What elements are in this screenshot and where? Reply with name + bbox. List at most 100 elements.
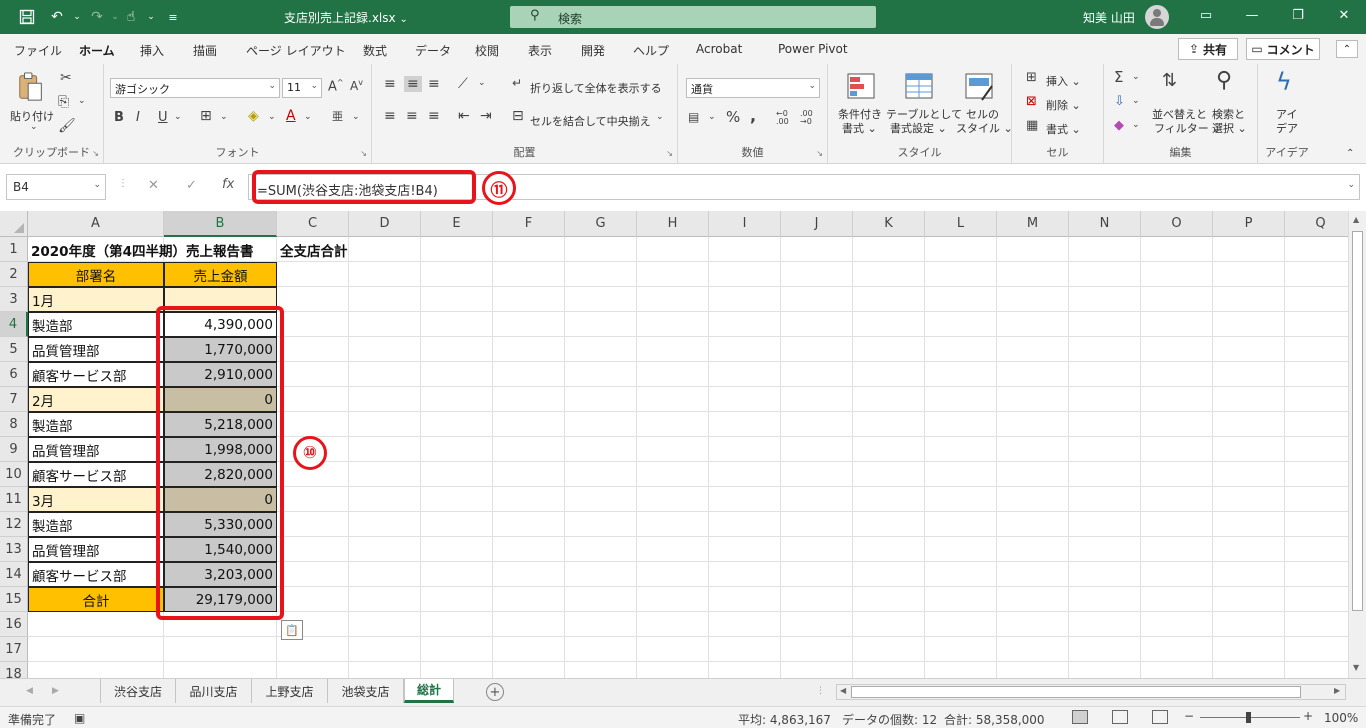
comment-button[interactable]: ▭ コメント [1246, 38, 1320, 60]
column-header-k[interactable]: K [853, 211, 925, 237]
row-header-15[interactable]: 15 [0, 587, 28, 612]
cell-b3[interactable] [164, 287, 277, 312]
undo-icon[interactable]: ↶ [46, 6, 68, 28]
scroll-down-icon[interactable]: ▼ [1353, 663, 1359, 672]
cell-a10[interactable]: 顧客サービス部 [28, 462, 164, 487]
sheet-next-icon[interactable]: ▶ [52, 686, 59, 696]
cell-c1-title[interactable]: 全支店合計 [277, 237, 417, 262]
row-header-1[interactable]: 1 [0, 237, 28, 262]
paste-icon[interactable] [16, 72, 46, 102]
format-painter-icon[interactable]: 🖌 [58, 118, 76, 134]
font-launcher-icon[interactable]: ↘ [360, 149, 367, 158]
cell-a4[interactable]: 製造部 [28, 312, 164, 337]
row-header-4[interactable]: 4 [0, 312, 28, 337]
macro-record-icon[interactable]: ▣ [74, 711, 85, 725]
touch-mode-icon[interactable]: ☝ [120, 6, 142, 28]
ideas-label-2[interactable]: デア [1276, 120, 1298, 136]
merge-center-button[interactable]: セルを結合して中央揃え [530, 113, 651, 129]
copy-dropdown-icon[interactable]: ⌄ [78, 96, 86, 106]
row-header-17[interactable]: 17 [0, 637, 28, 662]
fill-dropdown-icon[interactable]: ⌄ [1132, 96, 1140, 106]
comma-style-icon[interactable]: , [750, 106, 756, 125]
cell-a12[interactable]: 製造部 [28, 512, 164, 537]
column-header-e[interactable]: E [421, 211, 493, 237]
orientation-dropdown-icon[interactable]: ⌄ [478, 78, 486, 88]
increase-decimal-icon[interactable]: ←0.00 [776, 110, 789, 126]
percent-icon[interactable]: % [726, 108, 740, 126]
tab-file[interactable]: ファイル [14, 42, 62, 59]
tab-help[interactable]: ヘルプ [633, 42, 669, 59]
align-center-icon[interactable]: ≡ [406, 108, 418, 124]
ribbon-collapse-icon[interactable]: ⌃ [1346, 148, 1354, 159]
touch-dropdown-icon[interactable]: ⌄ [140, 6, 162, 28]
cell-a15[interactable]: 合計 [28, 587, 164, 612]
column-header-c[interactable]: C [277, 211, 349, 237]
cell-b5[interactable]: 1,770,000 [164, 337, 277, 362]
tab-formulas[interactable]: 数式 [363, 42, 387, 59]
delete-cells-icon[interactable]: ⊠ [1026, 94, 1037, 109]
row-header-14[interactable]: 14 [0, 562, 28, 587]
delete-cells-button[interactable]: 削除 ⌄ [1046, 97, 1081, 113]
row-header-5[interactable]: 5 [0, 337, 28, 362]
collapse-ribbon-icon[interactable]: ⌃ [1336, 40, 1358, 58]
increase-indent-icon[interactable]: ⇥ [480, 108, 492, 124]
tab-developer[interactable]: 開発 [581, 42, 605, 59]
find-select-label-2[interactable]: 選択 ⌄ [1212, 120, 1247, 136]
column-header-l[interactable]: L [925, 211, 997, 237]
row-header-12[interactable]: 12 [0, 512, 28, 537]
cell-a8[interactable]: 製造部 [28, 412, 164, 437]
copy-icon[interactable]: ⎘ [58, 94, 69, 110]
conditional-format-icon[interactable] [846, 72, 876, 102]
row-header-10[interactable]: 10 [0, 462, 28, 487]
page-layout-view-icon[interactable] [1112, 710, 1128, 724]
find-select-icon[interactable]: ⚲ [1216, 68, 1232, 93]
undo-dropdown-icon[interactable]: ⌄ [66, 6, 88, 28]
scroll-left-icon[interactable]: ◀ [840, 686, 846, 695]
font-size-combo[interactable]: 11 ⌄ [282, 78, 322, 98]
underline-icon[interactable]: U [158, 110, 168, 125]
row-header-13[interactable]: 13 [0, 537, 28, 562]
number-launcher-icon[interactable]: ↘ [816, 149, 823, 158]
row-header-16[interactable]: 16 [0, 612, 28, 637]
enter-icon[interactable]: ✓ [186, 178, 197, 193]
row-header-2[interactable]: 2 [0, 262, 28, 287]
row-header-8[interactable]: 8 [0, 412, 28, 437]
column-header-n[interactable]: N [1069, 211, 1141, 237]
cell-b9[interactable]: 1,998,000 [164, 437, 277, 462]
restore-icon[interactable]: ❐ [1288, 8, 1308, 23]
wrap-text-button[interactable]: 折り返して全体を表示する [530, 80, 662, 96]
cell-b7[interactable]: 0 [164, 387, 277, 412]
sheet-tab-ikebukuro[interactable]: 池袋支店 [328, 679, 404, 703]
cell-a9[interactable]: 品質管理部 [28, 437, 164, 462]
scroll-right-icon[interactable]: ▶ [1334, 686, 1340, 695]
column-header-a[interactable]: A [28, 211, 164, 237]
insert-cells-button[interactable]: 挿入 ⌄ [1046, 73, 1081, 89]
vertical-scroll-thumb[interactable] [1352, 231, 1363, 611]
cell-a14[interactable]: 顧客サービス部 [28, 562, 164, 587]
tab-draw[interactable]: 描画 [193, 42, 217, 59]
sheet-tab-total[interactable]: 総計 [404, 679, 454, 703]
row-header-6[interactable]: 6 [0, 362, 28, 387]
borders-dropdown-icon[interactable]: ⌄ [220, 112, 228, 122]
insert-cells-icon[interactable]: ⊞ [1026, 70, 1037, 85]
horizontal-scroll-thumb[interactable] [851, 686, 1301, 698]
accounting-dropdown-icon[interactable]: ⌄ [708, 112, 716, 122]
merge-center-icon[interactable]: ⊟ [512, 108, 524, 124]
column-header-f[interactable]: F [493, 211, 565, 237]
alignment-launcher-icon[interactable]: ↘ [666, 149, 673, 158]
format-as-table-label-2[interactable]: 書式設定 ⌄ [890, 120, 947, 136]
format-cells-icon[interactable]: ▦ [1026, 118, 1038, 133]
clear-dropdown-icon[interactable]: ⌄ [1132, 120, 1140, 130]
paste-options-icon[interactable]: 📋 [281, 620, 303, 640]
page-break-view-icon[interactable] [1152, 710, 1168, 724]
borders-icon[interactable]: ⊞ [200, 108, 212, 124]
cell-a3[interactable]: 1月 [28, 287, 164, 312]
column-header-p[interactable]: P [1213, 211, 1285, 237]
cell-b14[interactable]: 3,203,000 [164, 562, 277, 587]
cell-a11[interactable]: 3月 [28, 487, 164, 512]
tab-review[interactable]: 校閲 [475, 42, 499, 59]
wrap-text-icon[interactable]: ↵ [512, 76, 522, 90]
clear-icon[interactable]: ◆ [1114, 118, 1124, 133]
phonetic-dropdown-icon[interactable]: ⌄ [352, 112, 360, 122]
cell-a1-title[interactable]: 2020年度（第4四半期）売上報告書 [28, 237, 277, 262]
